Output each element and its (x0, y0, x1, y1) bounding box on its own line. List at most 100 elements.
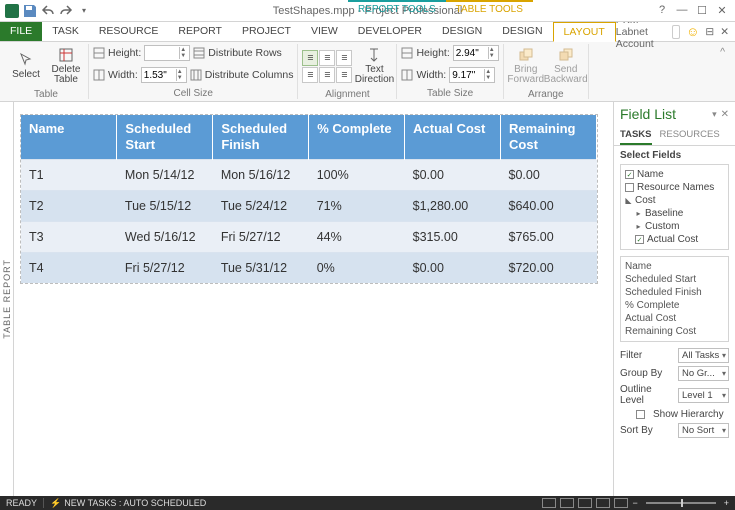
pane-options-icon[interactable]: ▾ (712, 109, 717, 120)
checkbox-icon[interactable]: ✓ (635, 235, 644, 244)
table-row: T2Tue 5/15/12Tue 5/24/1271%$1,280.00$640… (21, 191, 597, 222)
filter-combo[interactable]: All Tasks (678, 348, 729, 363)
doc-close-icon[interactable]: ✕ (720, 26, 729, 38)
tab-resource[interactable]: RESOURCE (89, 22, 169, 41)
col-header[interactable]: Name (21, 115, 117, 160)
filter-label: Filter (620, 350, 674, 361)
undo-icon[interactable] (40, 3, 56, 19)
expand-icon[interactable]: ▸ (635, 210, 642, 217)
status-ready: READY (6, 498, 37, 508)
view-shortcut-icon[interactable] (596, 498, 610, 508)
table-row: T3Wed 5/16/12Fri 5/27/1244%$315.00$765.0… (21, 222, 597, 253)
view-label: TABLE REPORT (0, 102, 14, 496)
select-fields-label: Select Fields (620, 150, 729, 161)
checkbox-icon[interactable] (636, 410, 645, 419)
row-height-label: Height: (108, 47, 141, 59)
view-shortcut-icon[interactable] (578, 498, 592, 508)
col-width-input[interactable]: ▲▼ (141, 67, 187, 83)
status-newtasks[interactable]: NEW TASKS : AUTO SCHEDULED (64, 498, 206, 508)
pane-title: Field List (620, 106, 712, 122)
list-item[interactable]: Remaining Cost (625, 325, 724, 338)
report-canvas[interactable]: Name Scheduled Start Scheduled Finish % … (14, 102, 613, 496)
maximize-icon[interactable]: ☐ (695, 4, 709, 17)
view-shortcut-icon[interactable] (614, 498, 628, 508)
group-label-tablesize: Table Size (427, 87, 473, 99)
sortby-label: Sort By (620, 425, 674, 436)
table-row: T1Mon 5/14/12Mon 5/16/12100%$0.00$0.00 (21, 160, 597, 191)
group-label-table: Table (34, 88, 58, 100)
col-header[interactable]: Scheduled Start (117, 115, 213, 160)
pane-tab-resources[interactable]: RESOURCES (660, 126, 720, 145)
account-avatar-icon[interactable] (672, 25, 680, 39)
feedback-icon[interactable]: ☺ (686, 24, 699, 39)
tab-project[interactable]: PROJECT (232, 22, 301, 41)
pane-close-icon[interactable]: ✕ (721, 109, 729, 120)
checkbox-icon[interactable] (625, 183, 634, 192)
pane-tab-tasks[interactable]: TASKS (620, 126, 652, 145)
col-header[interactable]: Remaining Cost (501, 115, 597, 160)
distribute-rows-button[interactable]: Distribute Rows (208, 47, 282, 59)
text-direction-button[interactable]: Text Direction (356, 44, 392, 88)
tab-task[interactable]: TASK (42, 22, 89, 41)
list-item[interactable]: Scheduled Start (625, 273, 724, 286)
field-tree[interactable]: ✓Name Resource Names ◣Cost ▸Baseline ▸Cu… (620, 164, 729, 250)
tab-layout[interactable]: LAYOUT (553, 22, 616, 42)
select-button[interactable]: Select (8, 44, 44, 88)
table-height-input[interactable]: ▲▼ (453, 45, 499, 61)
col-header[interactable]: % Complete (309, 115, 405, 160)
zoom-in-icon[interactable]: + (724, 498, 729, 508)
qat-customize-icon[interactable]: ▾ (76, 3, 92, 19)
minimize-icon[interactable]: — (675, 4, 689, 17)
outline-label: Outline Level (620, 384, 674, 406)
send-backward-button[interactable]: Send Backward (548, 44, 584, 88)
show-hierarchy-label[interactable]: Show Hierarchy (653, 409, 724, 420)
view-shortcut-icon[interactable] (542, 498, 556, 508)
contextual-tab-report-tools: REPORT TOOLS (348, 0, 446, 22)
tab-developer[interactable]: DEVELOPER (348, 22, 432, 41)
table-width-label: Width: (416, 69, 446, 81)
collapse-icon[interactable]: ◣ (625, 197, 632, 204)
delete-table-button[interactable]: Delete Table (48, 44, 84, 88)
report-table[interactable]: Name Scheduled Start Scheduled Finish % … (20, 114, 598, 284)
zoom-slider[interactable] (646, 502, 716, 504)
close-icon[interactable]: ✕ (715, 4, 729, 17)
list-item[interactable]: % Complete (625, 299, 724, 312)
row-height-input[interactable]: ▲▼ (144, 45, 190, 61)
distribute-cols-button[interactable]: Distribute Columns (205, 69, 294, 81)
group-label-arrange: Arrange (528, 88, 564, 100)
workspace: TABLE REPORT Name Scheduled Start Schedu… (0, 102, 735, 496)
outline-combo[interactable]: Level 1 (678, 388, 729, 403)
list-item[interactable]: Scheduled Finish (625, 286, 724, 299)
tab-design-report[interactable]: DESIGN (432, 22, 492, 41)
doc-restore-icon[interactable]: ⊟ (705, 26, 714, 38)
alignment-grid[interactable]: ≡≡≡ ≡≡≡ (302, 50, 352, 83)
help-icon[interactable]: ? (655, 4, 669, 17)
table-width-input[interactable]: ▲▼ (449, 67, 495, 83)
title-bar: ▾ TestShapes.mpp - Project Professional … (0, 0, 735, 22)
col-header[interactable]: Actual Cost (405, 115, 501, 160)
expand-icon[interactable]: ▸ (635, 223, 642, 230)
zoom-out-icon[interactable]: − (632, 498, 637, 508)
redo-icon[interactable] (58, 3, 74, 19)
ribbon-collapse-icon[interactable]: ^ (714, 44, 731, 99)
tab-design-table[interactable]: DESIGN (492, 22, 552, 41)
table-row: T4Fri 5/27/12Tue 5/31/120%$0.00$720.00 (21, 253, 597, 284)
status-bar: READY ⚡ NEW TASKS : AUTO SCHEDULED − + (0, 496, 735, 510)
view-shortcut-icon[interactable] (560, 498, 574, 508)
sortby-combo[interactable]: No Sort (678, 423, 729, 438)
groupby-label: Group By (620, 368, 674, 379)
list-item[interactable]: Actual Cost (625, 312, 724, 325)
group-label-alignment: Alignment (325, 88, 369, 100)
selected-fields-list[interactable]: Name Scheduled Start Scheduled Finish % … (620, 256, 729, 342)
bring-forward-button[interactable]: Bring Forward (508, 44, 544, 88)
save-icon[interactable] (22, 3, 38, 19)
groupby-combo[interactable]: No Gr... (678, 366, 729, 381)
list-item[interactable]: Name (625, 260, 724, 273)
checkbox-icon[interactable]: ✓ (625, 170, 634, 179)
contextual-tab-table-tools: TABLE TOOLS (446, 0, 533, 22)
tab-view[interactable]: VIEW (301, 22, 348, 41)
tab-report[interactable]: REPORT (168, 22, 232, 41)
tab-file[interactable]: FILE (0, 22, 42, 41)
col-header[interactable]: Scheduled Finish (213, 115, 309, 160)
col-width-label: Width: (108, 69, 138, 81)
